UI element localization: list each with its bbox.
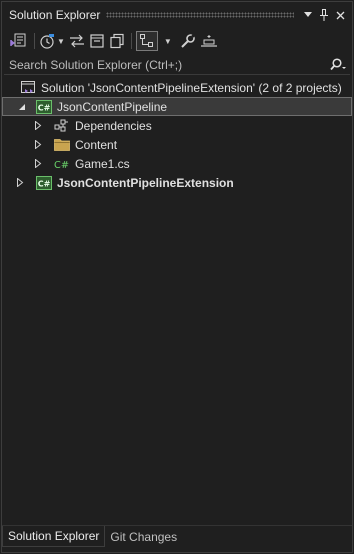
close-icon [336,11,344,19]
svg-text:C#: C# [54,160,69,171]
sync-with-active-document-button[interactable] [69,31,85,51]
solution-tree: Solution 'JsonContentPipelineExtension' … [2,78,352,192]
folder-icon [54,137,70,153]
tree-item-label: JsonContentPipeline [57,99,168,114]
drag-grip[interactable] [106,12,294,18]
tree-item-content-folder[interactable]: Content [2,135,352,154]
clock-icon [40,34,54,49]
collapse-icon [90,34,104,48]
collapsed-chevron-icon[interactable] [32,120,44,132]
toolbar-separator [130,33,132,49]
dependencies-icon [54,118,70,134]
expanded-chevron-icon[interactable] [16,101,28,113]
svg-text:C#: C# [38,179,51,188]
tree-item-label: JsonContentPipelineExtension [57,175,234,190]
show-all-files-button[interactable] [109,31,125,51]
collapsed-chevron-icon[interactable] [32,158,44,170]
search-box [4,55,350,75]
pending-changes-filter-button[interactable]: ▼ [39,31,65,51]
csharp-project-icon: C# [36,99,52,115]
properties-button[interactable] [180,31,196,51]
tree-item-label: Solution 'JsonContentPipelineExtension' … [41,80,342,95]
search-button[interactable] [324,56,350,74]
preview-icon [200,35,217,47]
search-icon [330,57,346,70]
collapse-all-button[interactable] [89,31,105,51]
hierarchy-icon [139,34,153,47]
collapsed-chevron-icon[interactable] [32,139,44,151]
chevron-down-icon[interactable]: ▼ [164,37,172,46]
tree-item-project-jsoncontentpipelineextension[interactable]: C# JsonContentPipelineExtension [2,173,352,192]
toolbar: ▼ ▼ [2,29,352,53]
csharp-project-icon: C# [36,175,52,191]
pin-icon [320,9,328,21]
search-input[interactable] [4,57,324,72]
tab-solution-explorer[interactable]: Solution Explorer [2,526,106,547]
preview-selected-button[interactable] [200,31,218,51]
chevron-down-icon[interactable]: ▼ [57,37,65,46]
close-button[interactable] [332,6,348,24]
tab-git-changes[interactable]: Git Changes [105,526,182,547]
svg-text:C#: C# [38,103,51,112]
solution-icon [20,80,36,96]
tree-item-game1-cs[interactable]: C# Game1.cs [2,154,352,173]
solution-explorer-panel: Solution Explorer ▼ ▼ Search Solution Ex… [1,1,353,553]
panel-title: Solution Explorer [9,8,101,22]
sync-arrows-icon [69,34,84,48]
copy-files-icon [110,33,124,49]
tree-item-label: Content [75,137,118,152]
wrench-icon [181,34,195,48]
window-menu-button[interactable] [300,6,316,24]
toolbar-separator [34,33,35,49]
view-hierarchy-button[interactable] [135,31,158,51]
collapsed-chevron-icon[interactable] [14,177,26,189]
pin-button[interactable] [316,6,332,24]
tree-item-label: Game1.cs [75,156,130,171]
tree-item-label: Dependencies [75,118,152,133]
csharp-file-icon: C# [54,156,70,172]
bottom-tab-strip: Solution Explorer Git Changes [2,525,352,547]
tree-item-dependencies[interactable]: Dependencies [2,116,352,135]
tree-item-project-jsoncontentpipeline[interactable]: C# JsonContentPipeline [2,97,352,116]
tree-item-solution[interactable]: Solution 'JsonContentPipelineExtension' … [2,78,352,97]
switch-views-button[interactable] [10,31,28,51]
vs-solution-switch-icon [10,33,26,47]
title-bar: Solution Explorer [2,2,352,28]
